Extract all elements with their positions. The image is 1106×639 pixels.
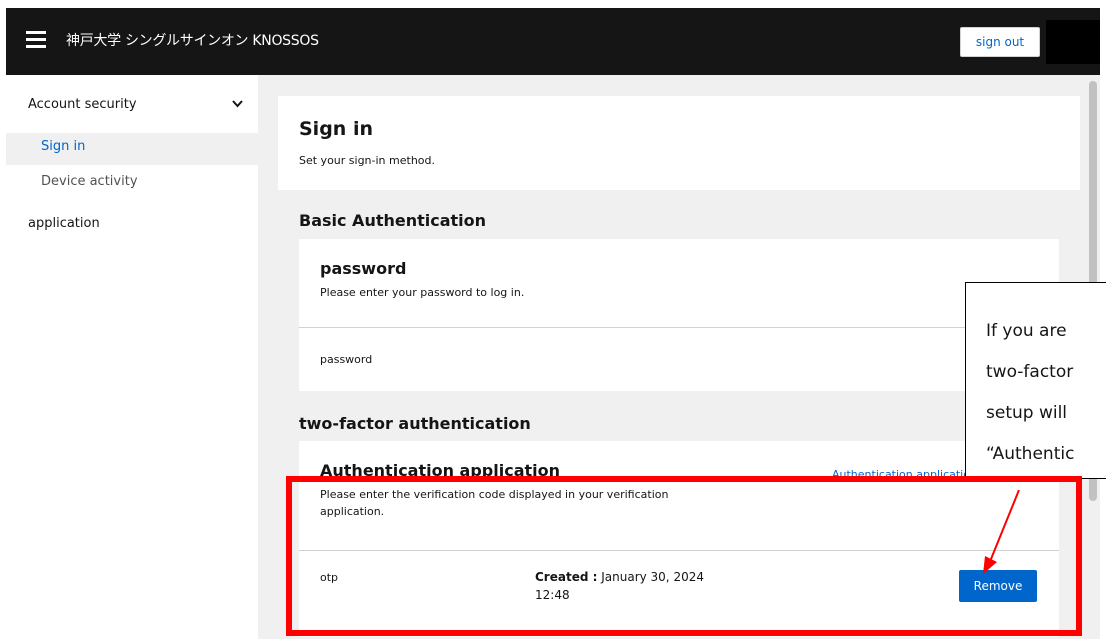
sidebar-item-sign-in[interactable]: Sign in	[41, 139, 85, 154]
auth-app-desc-line1: Please enter the verification code displ…	[320, 488, 669, 501]
auth-app-card: Authentication application Please enter …	[299, 441, 1059, 637]
callout-box: If you are two-factor setup will “Authentic	[965, 282, 1106, 479]
otp-created-info: Created : January 30, 2024 12:48	[535, 568, 704, 604]
password-row: password	[299, 327, 1059, 391]
hamburger-menu-icon[interactable]	[26, 31, 46, 49]
password-card-desc: Please enter your password to log in.	[320, 286, 525, 299]
two-factor-heading: two-factor authentication	[299, 414, 531, 433]
auth-app-card-title: Authentication application	[320, 461, 561, 480]
auth-app-card-desc: Please enter the verification code displ…	[320, 486, 668, 520]
callout-line-3: setup will	[986, 403, 1068, 423]
sidebar-item-application[interactable]: application	[28, 216, 100, 231]
sidebar: Account security Sign in Device activity…	[6, 75, 258, 639]
page-subtitle: Set your sign-in method.	[299, 154, 436, 167]
basic-auth-heading: Basic Authentication	[299, 211, 487, 230]
page-header-card: Sign in Set your sign-in method.	[278, 96, 1080, 190]
app-title: 神戸大学 シングルサインオン KNOSSOS	[66, 33, 319, 49]
redacted-box	[1046, 20, 1100, 64]
password-card: password Please enter your password to l…	[299, 239, 1059, 391]
sidebar-item-device-activity[interactable]: Device activity	[41, 174, 138, 189]
chevron-down-icon[interactable]	[232, 98, 243, 111]
sign-out-button[interactable]: sign out	[960, 27, 1040, 57]
password-card-title: password	[320, 259, 407, 278]
otp-row: otp Created : January 30, 2024 12:48 Rem…	[299, 550, 1059, 637]
set-up-authentication-app-link[interactable]: Authentication application	[832, 468, 977, 481]
password-row-label: password	[320, 353, 373, 366]
page-title: Sign in	[299, 118, 373, 140]
created-date: January 30, 2024	[601, 570, 704, 584]
callout-line-4: “Authentic	[986, 444, 1075, 464]
otp-row-label: otp	[320, 571, 339, 584]
callout-text: If you are two-factor setup will “Authentic	[986, 311, 1074, 475]
top-bar: 神戸大学 シングルサインオン KNOSSOS sign out	[6, 8, 1100, 75]
red-arrow-icon	[983, 490, 1020, 574]
created-label: Created :	[535, 570, 598, 584]
callout-line-1: If you are	[986, 321, 1067, 341]
created-time: 12:48	[535, 588, 570, 602]
callout-line-2: two-factor	[986, 362, 1074, 382]
sidebar-item-account-security[interactable]: Account security	[28, 97, 137, 112]
auth-app-desc-line2: application.	[320, 505, 385, 518]
